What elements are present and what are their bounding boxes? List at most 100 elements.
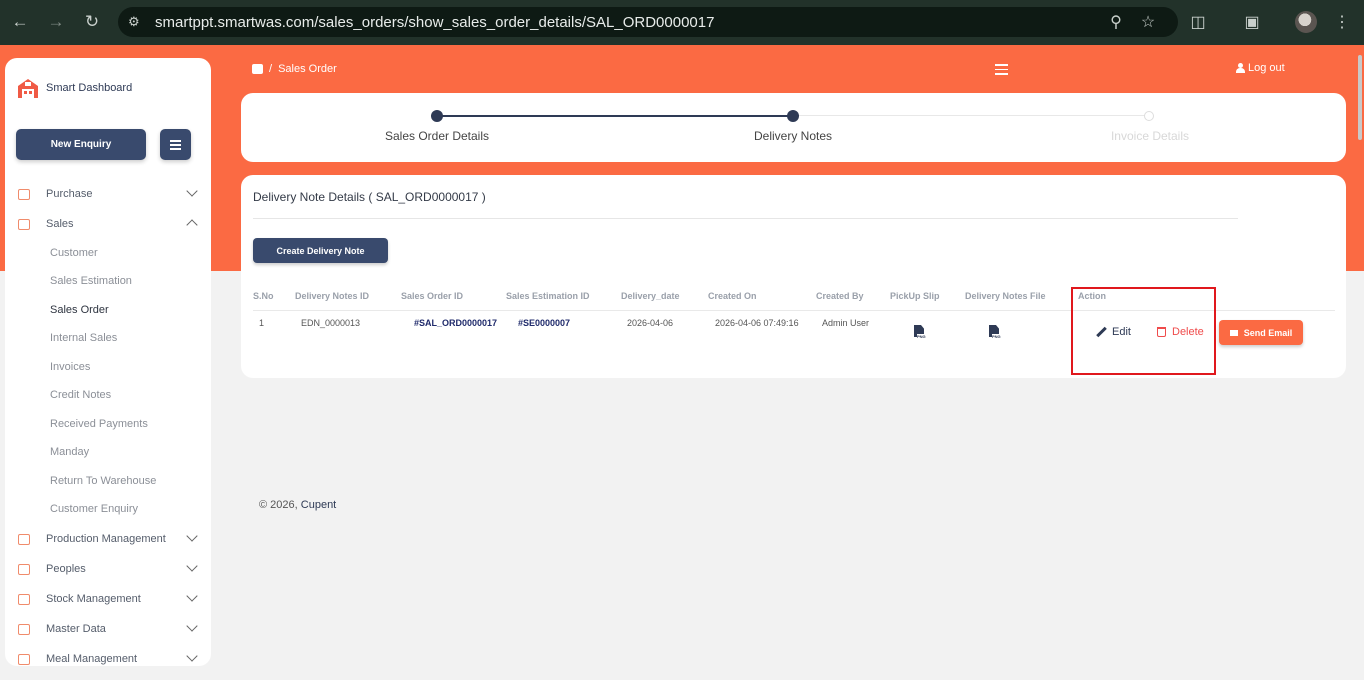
sidebar-item-sales[interactable]: Sales [16, 213, 198, 235]
send-email-button[interactable]: Send Email [1219, 320, 1303, 345]
sidebar-item-label: Purchase [46, 188, 93, 200]
column-header: Created By [816, 291, 864, 301]
sidebar-sub-customer[interactable]: Customer [50, 247, 98, 259]
sidebar-sub-credit-notes[interactable]: Credit Notes [50, 389, 111, 401]
home-icon[interactable] [252, 64, 263, 74]
step-label-1[interactable]: Sales Order Details [385, 129, 489, 143]
sidebar-toggle-button[interactable] [160, 129, 191, 160]
address-bar[interactable]: ⚙ smartppt.smartwas.com/sales_orders/sho… [118, 7, 1178, 37]
sidebar-item-label: Stock Management [46, 593, 141, 605]
chevron-up-icon [186, 219, 198, 231]
cart-icon [16, 186, 32, 202]
sidebar-sub-received-payments[interactable]: Received Payments [50, 418, 148, 430]
send-email-label: Send Email [1243, 327, 1293, 338]
sidebar-item-stock-management[interactable]: Stock Management [16, 588, 198, 610]
cell-created-on: 2026-04-06 07:49:16 [715, 318, 799, 328]
column-header: Delivery Notes File [965, 291, 1046, 301]
sales-estimation-link[interactable]: #SE0000007 [518, 318, 570, 328]
column-header: Sales Order ID [401, 291, 464, 301]
hamburger-icon[interactable] [995, 64, 1008, 75]
breadcrumb: / Sales Order [252, 63, 337, 75]
cell-sno: 1 [259, 318, 265, 328]
tab-search-icon[interactable]: ▣ [1241, 11, 1263, 33]
sidebar-sub-customer-enquiry[interactable]: Customer Enquiry [50, 503, 138, 515]
new-enquiry-button[interactable]: New Enquiry [16, 129, 146, 160]
progress-stepper: Sales Order Details Delivery Notes Invoi… [241, 93, 1346, 162]
database-icon [16, 621, 32, 637]
delivery-notes-file-icon[interactable]: PNG [989, 325, 1001, 340]
sidebar-item-label: Master Data [46, 623, 106, 635]
sidebar-item-purchase[interactable]: Purchase [16, 183, 198, 205]
card-title: Delivery Note Details ( SAL_ORD0000017 ) [253, 190, 486, 204]
create-delivery-note-button[interactable]: Create Delivery Note [253, 238, 388, 263]
step-dot-1 [431, 110, 443, 122]
column-header: Delivery Notes ID [295, 291, 370, 301]
pickup-slip-file-icon[interactable]: PNG [914, 325, 926, 340]
sidebar-sub-sales-order[interactable]: Sales Order [50, 304, 109, 316]
people-icon [16, 561, 32, 577]
sidebar-sub-sales-estimation[interactable]: Sales Estimation [50, 275, 132, 287]
chevron-down-icon [186, 620, 198, 632]
sidebar-item-peoples[interactable]: Peoples [16, 558, 198, 580]
brand[interactable]: Smart Dashboard [16, 76, 132, 100]
page-scrollbar[interactable] [1358, 55, 1362, 140]
meal-icon [16, 651, 32, 666]
forward-icon[interactable]: → [45, 11, 67, 33]
menu-icon [170, 143, 181, 146]
factory-icon [16, 531, 32, 547]
user-icon [1236, 63, 1245, 73]
sidebar-item-meal-management[interactable]: Meal Management [16, 648, 198, 666]
sidebar-item-label: Sales [46, 218, 74, 230]
chevron-down-icon [186, 185, 198, 197]
bookmark-star-icon[interactable]: ☆ [1137, 11, 1159, 33]
reload-icon[interactable]: ↻ [81, 11, 103, 33]
sidebar-sub-invoices[interactable]: Invoices [50, 361, 90, 373]
sidebar-item-master-data[interactable]: Master Data [16, 618, 198, 640]
step-connector-pending [793, 115, 1150, 116]
sidebar-sub-manday[interactable]: Manday [50, 446, 89, 458]
footer-link[interactable]: Cupent [301, 499, 336, 511]
zoom-icon[interactable]: ⚲ [1105, 11, 1127, 33]
logout-link[interactable]: Log out [1236, 62, 1285, 74]
annotation-highlight-box [1071, 287, 1216, 375]
divider [253, 218, 1238, 219]
column-header: Created On [708, 291, 757, 301]
sales-order-link[interactable]: #SAL_ORD0000017 [414, 318, 497, 328]
footer: © 2026, Cupent [259, 499, 336, 511]
browser-toolbar: ← → ↻ ⚙ smartppt.smartwas.com/sales_orde… [0, 0, 1364, 45]
back-icon[interactable]: ← [9, 11, 31, 33]
cell-delivery-note-id: EDN_0000013 [301, 318, 361, 328]
step-label-2[interactable]: Delivery Notes [754, 129, 832, 143]
browser-menu-icon[interactable]: ⋮ [1331, 11, 1353, 33]
sidebar-sub-return-to-warehouse[interactable]: Return To Warehouse [50, 475, 156, 487]
site-info-icon[interactable]: ⚙ [128, 14, 144, 30]
brand-name: Smart Dashboard [46, 82, 133, 94]
breadcrumb-separator: / [269, 63, 273, 75]
url-text: smartppt.smartwas.com/sales_orders/show_… [155, 13, 715, 31]
cell-created-by: Admin User [822, 318, 870, 328]
sidebar-item-label: Production Management [46, 533, 166, 545]
sidebar-item-label: Meal Management [46, 653, 138, 665]
warehouse-logo-icon [18, 79, 38, 98]
logout-label: Log out [1248, 62, 1285, 74]
breadcrumb-current: Sales Order [278, 63, 337, 75]
step-connector-complete [437, 115, 793, 117]
envelope-icon [1229, 329, 1238, 336]
chevron-down-icon [186, 590, 198, 602]
cell-delivery-date: 2026-04-06 [627, 318, 674, 328]
chevron-down-icon [186, 530, 198, 542]
profile-avatar[interactable] [1295, 11, 1317, 33]
column-header: S.No [253, 291, 274, 301]
chevron-down-icon [186, 560, 198, 572]
column-header: Sales Estimation ID [506, 291, 590, 301]
sidebar-item-production-management[interactable]: Production Management [16, 528, 198, 550]
sidebar-sub-internal-sales[interactable]: Internal Sales [50, 332, 117, 344]
box-icon [16, 591, 32, 607]
step-label-3: Invoice Details [1110, 129, 1190, 143]
step-dot-3 [1144, 111, 1154, 121]
sidebar: Smart Dashboard New Enquiry Purchase Sal… [5, 58, 211, 666]
footer-copyright: © 2026, [259, 499, 298, 511]
step-dot-2 [787, 110, 799, 122]
extensions-icon[interactable]: ◫ [1187, 11, 1209, 33]
sidebar-item-label: Peoples [46, 563, 86, 575]
